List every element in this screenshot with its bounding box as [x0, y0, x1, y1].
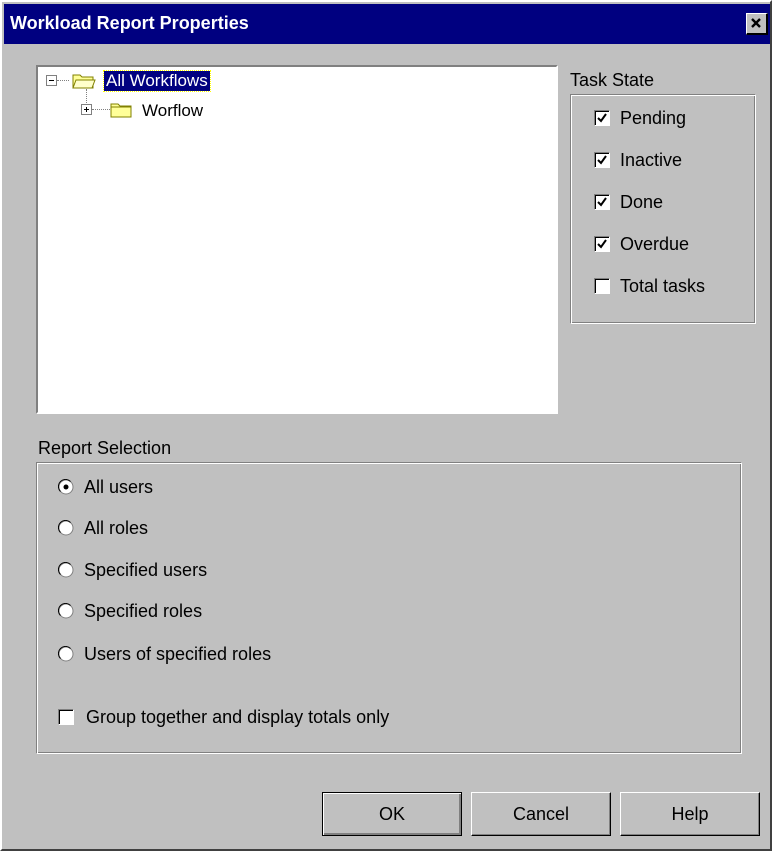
users-of-specified-roles-radio[interactable] — [58, 646, 74, 662]
help-button[interactable]: Help — [620, 792, 760, 836]
group-totals-checkbox[interactable] — [58, 709, 74, 725]
specified-users-label: Specified users — [84, 560, 208, 580]
tree-item-worflow[interactable]: Worflow — [142, 101, 203, 121]
expand-expander-icon[interactable] — [81, 104, 92, 115]
group-totals-label: Group together and display totals only — [86, 707, 390, 727]
title-bar[interactable]: Workload Report Properties — [4, 4, 770, 44]
total-tasks-label: Total tasks — [620, 276, 706, 296]
checkmark-icon — [597, 197, 607, 207]
overdue-checkbox[interactable] — [594, 236, 610, 252]
window-title: Workload Report Properties — [10, 13, 249, 33]
total-tasks-checkbox[interactable] — [594, 278, 610, 294]
done-label: Done — [620, 192, 664, 212]
inactive-label: Inactive — [620, 150, 683, 170]
specified-users-radio[interactable] — [58, 562, 74, 578]
specified-roles-label: Specified roles — [84, 601, 203, 621]
tree-item-all-workflows[interactable]: All Workflows — [103, 70, 211, 92]
overdue-label: Overdue — [620, 234, 690, 254]
collapse-expander-icon[interactable] — [46, 75, 57, 86]
workload-report-properties-dialog: Workload Report Properties All Workflows — [0, 0, 772, 851]
checkmark-icon — [597, 239, 607, 249]
workflow-tree[interactable]: All Workflows Worflow — [36, 65, 558, 414]
all-roles-radio[interactable] — [58, 520, 74, 536]
folder-icon — [110, 103, 132, 118]
checkmark-icon — [597, 155, 607, 165]
pending-label: Pending — [620, 108, 687, 128]
pending-checkbox[interactable] — [594, 110, 610, 126]
all-roles-label: All roles — [84, 518, 149, 538]
all-users-label: All users — [84, 477, 154, 497]
specified-roles-radio[interactable] — [58, 603, 74, 619]
close-button[interactable] — [746, 13, 768, 35]
ok-button[interactable]: OK — [322, 792, 462, 836]
checkmark-icon — [597, 113, 607, 123]
folder-open-icon — [72, 74, 96, 89]
done-checkbox[interactable] — [594, 194, 610, 210]
users-of-specified-roles-label: Users of specified roles — [84, 644, 272, 664]
all-users-radio[interactable] — [58, 479, 74, 495]
task-state-label: Task State — [570, 70, 655, 90]
inactive-checkbox[interactable] — [594, 152, 610, 168]
close-icon — [751, 18, 761, 28]
cancel-button[interactable]: Cancel — [471, 792, 611, 836]
report-selection-label: Report Selection — [38, 438, 172, 458]
